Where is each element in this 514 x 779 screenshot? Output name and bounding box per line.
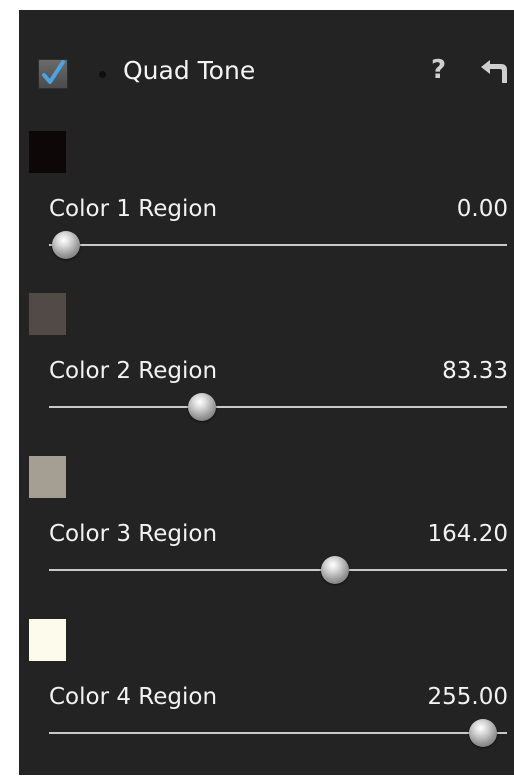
color-swatch-1[interactable] (29, 131, 66, 173)
region-value-2: 83.33 (442, 358, 508, 384)
quad-tone-panel: Quad Tone ? Color 1 Region 0.00 Color 2 … (19, 10, 514, 775)
region-label-4: Color 4 Region (49, 684, 218, 710)
region-slider-3[interactable] (49, 556, 507, 584)
slider-knob-4[interactable] (469, 719, 497, 747)
region-label-1: Color 1 Region (49, 196, 218, 222)
color-region-1: Color 1 Region 0.00 (19, 131, 514, 291)
color-region-2: Color 2 Region 83.33 (19, 293, 514, 453)
slider-knob-3[interactable] (320, 556, 349, 584)
color-region-3: Color 3 Region 164.20 (19, 456, 514, 616)
region-value-4: 255.00 (427, 684, 508, 710)
enable-checkbox[interactable] (38, 59, 68, 89)
panel-title: Quad Tone (123, 56, 256, 85)
region-label-2: Color 2 Region (49, 358, 218, 384)
color-swatch-4[interactable] (29, 619, 66, 661)
region-slider-1[interactable] (49, 231, 507, 259)
bullet-icon (99, 71, 106, 78)
reset-arrow-icon[interactable] (479, 59, 509, 85)
panel-header: Quad Tone ? (19, 10, 514, 120)
checkmark-icon (42, 60, 65, 84)
region-slider-4[interactable] (49, 719, 507, 747)
region-value-3: 164.20 (427, 521, 508, 547)
slider-knob-2[interactable] (188, 393, 217, 421)
help-icon[interactable]: ? (431, 54, 446, 86)
slider-knob-1[interactable] (52, 231, 80, 259)
color-swatch-2[interactable] (29, 293, 66, 335)
region-value-1: 0.00 (456, 196, 508, 222)
region-slider-2[interactable] (49, 393, 507, 421)
color-region-4: Color 4 Region 255.00 (19, 619, 514, 779)
color-swatch-3[interactable] (29, 456, 66, 498)
region-label-3: Color 3 Region (49, 521, 218, 547)
